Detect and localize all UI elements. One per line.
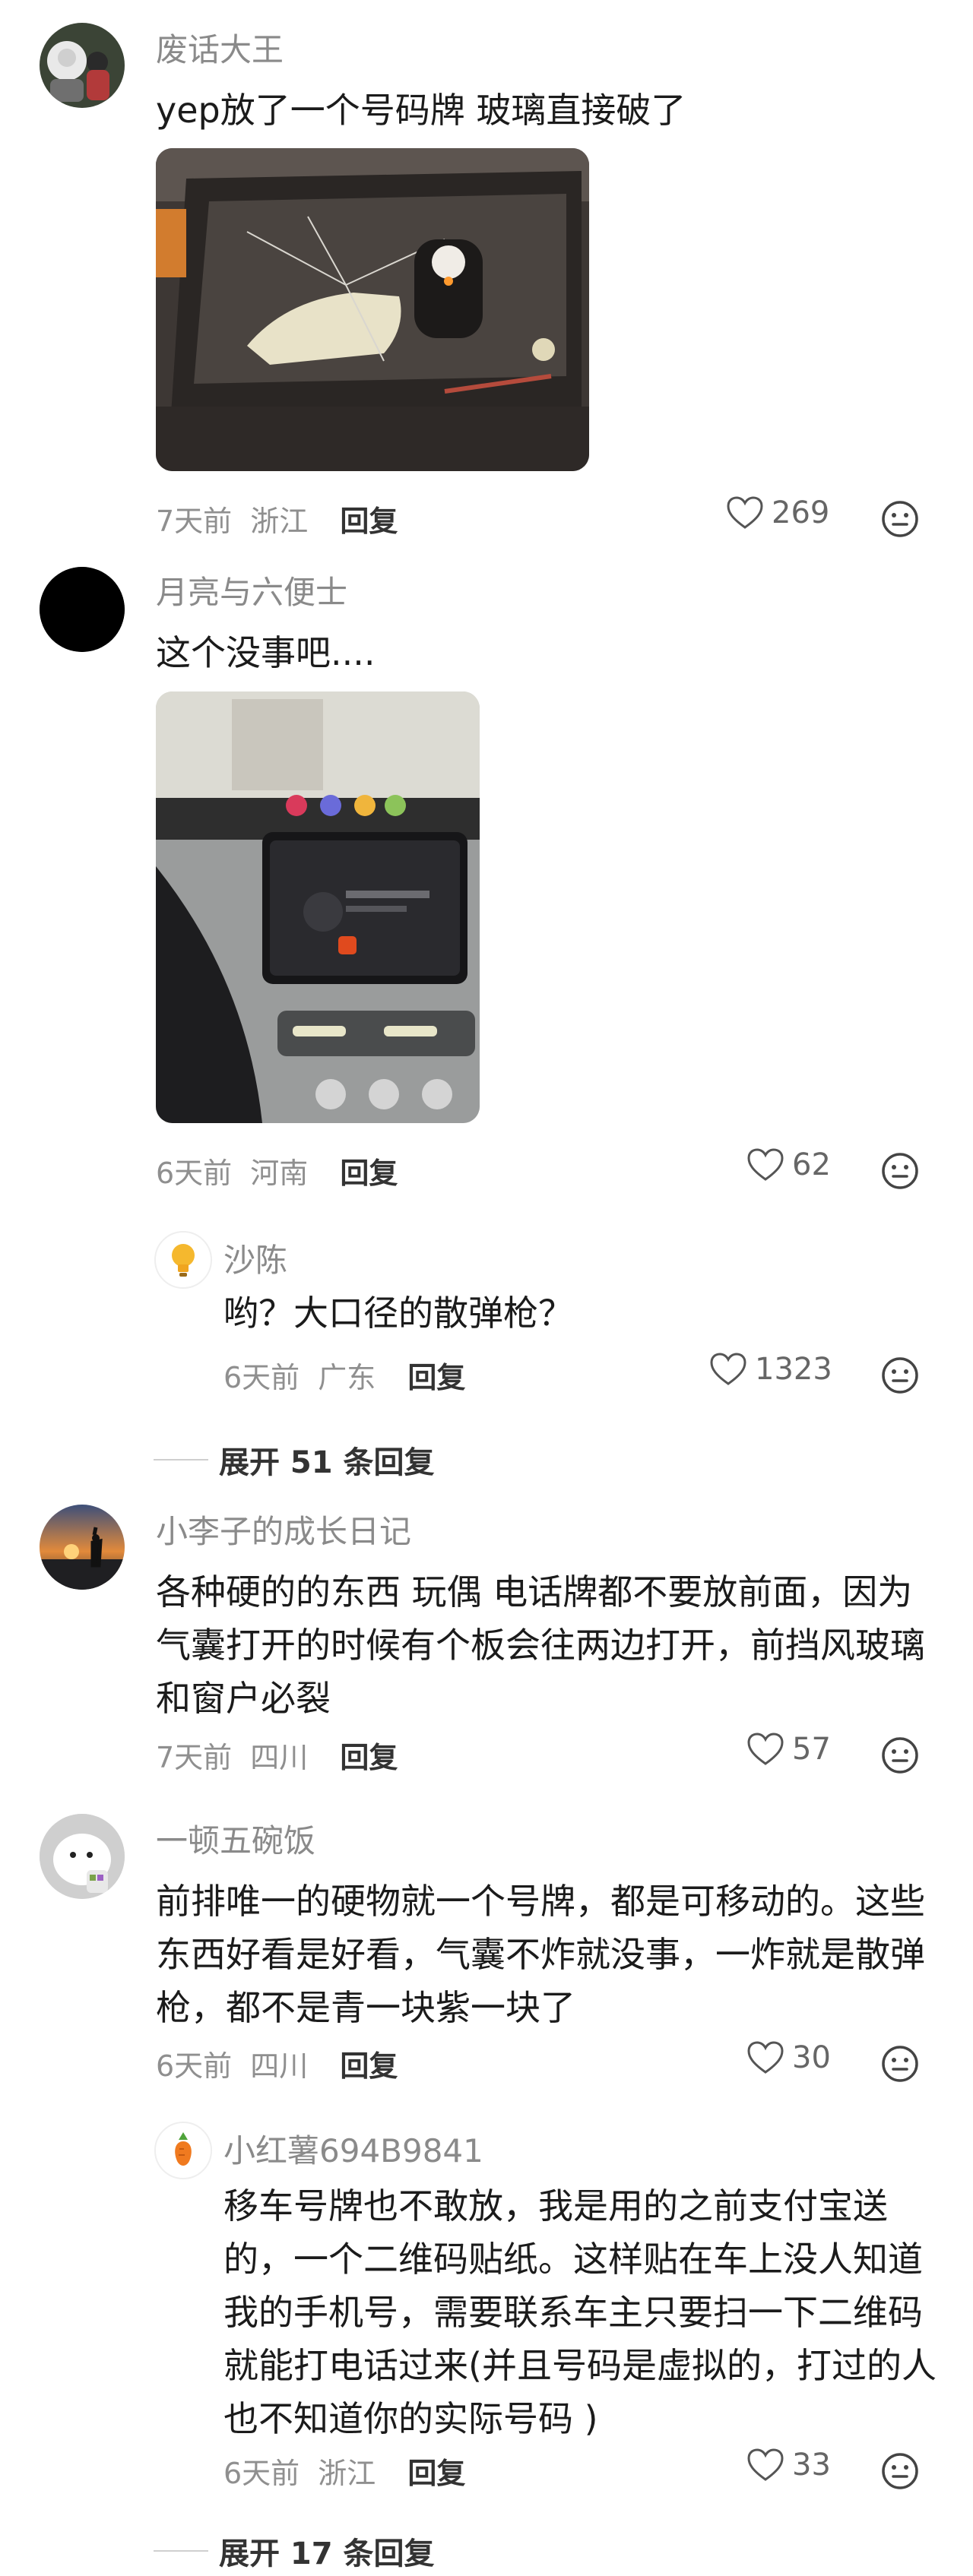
comment-location: 四川 [250, 1741, 309, 1774]
comment-text: 前排唯一的硬物就一个号牌，都是可移动的。这些东西好看是好看，气囊不炸就没事，一炸… [156, 1881, 925, 2028]
comment-text: yep放了一个号码牌 玻璃直接破了 [156, 90, 686, 131]
reply-text: 移车号牌也不敢放，我是用的之前支付宝送的，一个二维码贴纸。这样贴在车上没人知道我… [223, 2185, 937, 2439]
reply-text: 哟？大口径的散弹枪？ [223, 1293, 573, 1334]
like-count: 62 [792, 1147, 831, 1182]
heart-outline-icon [747, 2448, 784, 2481]
reply-button[interactable]: 回复 [407, 1361, 465, 1394]
reply-username[interactable]: 沙陈 [223, 1235, 287, 1281]
like-button[interactable]: 33 [746, 2448, 831, 2483]
like-count: 1323 [755, 1352, 832, 1387]
comment-time: 7天前 [156, 1741, 233, 1774]
comment-text: 这个没事吧.... [156, 632, 376, 673]
comment-location: 四川 [250, 2049, 309, 2083]
smiley-face-icon[interactable] [880, 1151, 920, 1191]
username[interactable]: 小李子的成长日记 [156, 1506, 411, 1552]
reply-avatar[interactable] [154, 1231, 212, 1289]
like-count: 33 [792, 2448, 831, 2483]
like-count: 269 [772, 495, 830, 530]
comment-meta: 7天前 浙江 回复 [156, 498, 398, 540]
heart-outline-icon [710, 1353, 746, 1385]
comment-time: 6天前 [156, 1157, 233, 1190]
reply-time: 6天前 [223, 1361, 300, 1394]
heart-outline-icon [747, 2041, 784, 2074]
comment-location: 河南 [250, 1157, 309, 1190]
expand-replies-label: 展开 51 条回复 [219, 1445, 435, 1480]
comment-meta: 6天前 四川 回复 [156, 2043, 398, 2084]
heart-outline-icon [727, 496, 763, 529]
smiley-face-icon[interactable] [880, 2451, 920, 2491]
comment-meta: 7天前 四川 回复 [156, 1734, 398, 1776]
username[interactable]: 月亮与六便士 [156, 567, 347, 613]
reply-button[interactable]: 回复 [340, 1741, 398, 1774]
reply-button[interactable]: 回复 [340, 505, 398, 538]
username[interactable]: 废话大王 [156, 24, 284, 71]
like-count: 57 [792, 1732, 831, 1767]
reply-meta: 6天前 浙江 回复 [223, 2450, 465, 2492]
expand-replies-label: 展开 17 条回复 [219, 2536, 435, 2571]
like-button[interactable]: 62 [746, 1147, 831, 1182]
like-button[interactable]: 1323 [709, 1352, 832, 1387]
avatar[interactable] [40, 1505, 125, 1590]
comment-text: 各种硬的的东西 玩偶 电话牌都不要放前面，因为气囊打开的时候有个板会往两边打开，… [156, 1571, 925, 1719]
heart-outline-icon [747, 1733, 784, 1765]
avatar[interactable] [40, 567, 125, 652]
reply-button[interactable]: 回复 [340, 1157, 398, 1190]
like-count: 30 [792, 2040, 831, 2075]
heart-outline-icon [747, 1148, 784, 1181]
comment-photo-dashboard-dolls[interactable] [156, 691, 480, 1123]
reply-location: 广东 [318, 1361, 376, 1394]
reply-button[interactable]: 回复 [340, 2049, 398, 2083]
comment-time: 6天前 [156, 2049, 233, 2083]
reply-meta: 6天前 广东 回复 [223, 1354, 465, 1396]
smiley-face-icon[interactable] [880, 2044, 920, 2084]
expand-replies-button[interactable]: 展开 51 条回复 [154, 1438, 435, 1482]
like-button[interactable]: 30 [746, 2040, 831, 2075]
comment-meta: 6天前 河南 回复 [156, 1150, 398, 1191]
avatar[interactable] [40, 1814, 125, 1899]
comment-location: 浙江 [250, 505, 309, 538]
username[interactable]: 一顿五碗饭 [156, 1815, 315, 1862]
smiley-face-icon[interactable] [880, 1736, 920, 1775]
smiley-face-icon[interactable] [880, 499, 920, 539]
comment-time: 7天前 [156, 505, 233, 538]
reply-time: 6天前 [223, 2457, 300, 2490]
expand-replies-button[interactable]: 展开 17 条回复 [154, 2529, 435, 2573]
divider-line [154, 1459, 208, 1460]
like-button[interactable]: 269 [726, 495, 829, 530]
reply-username[interactable]: 小红薯694B9841 [223, 2125, 483, 2172]
avatar[interactable] [40, 23, 125, 108]
comment-photo-car-cracked-windshield[interactable] [156, 148, 589, 471]
like-button[interactable]: 57 [746, 1732, 831, 1767]
smiley-face-icon[interactable] [880, 1356, 920, 1395]
reply-button[interactable]: 回复 [407, 2457, 465, 2490]
divider-line [154, 2550, 208, 2552]
reply-location: 浙江 [318, 2457, 376, 2490]
reply-avatar[interactable] [154, 2122, 212, 2179]
